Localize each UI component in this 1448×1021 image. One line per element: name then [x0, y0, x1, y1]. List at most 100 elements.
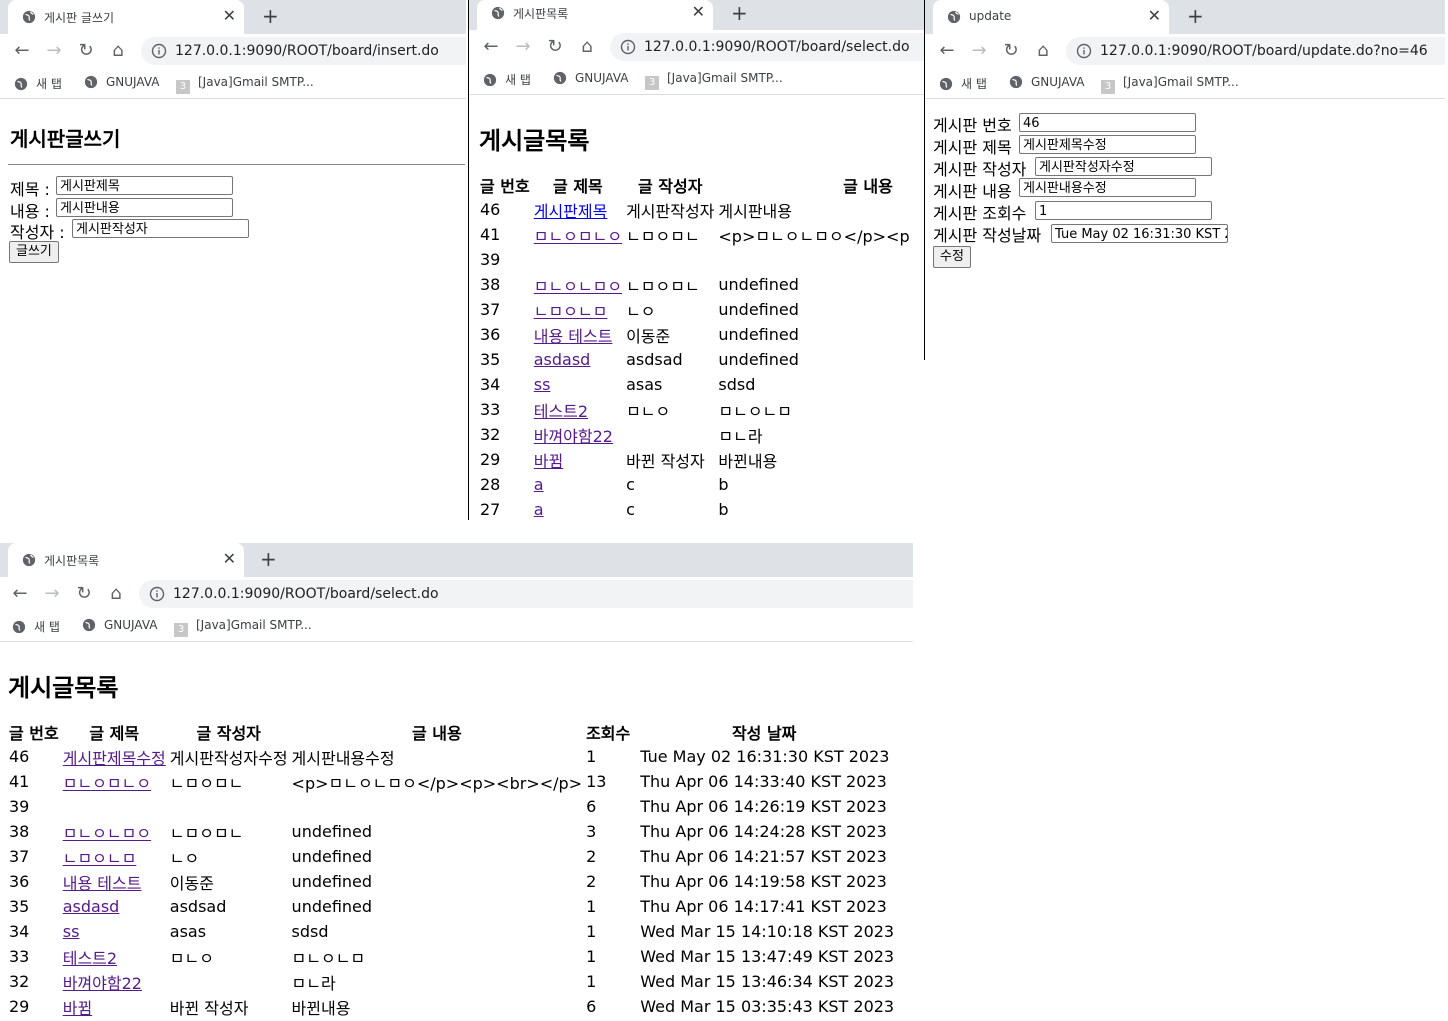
- post-title-cell: asdasd: [61, 894, 168, 919]
- post-views-cell: 1: [586, 922, 597, 941]
- post-title-link[interactable]: 내용 테스트: [534, 327, 613, 346]
- globe-icon: [491, 6, 505, 20]
- post-content-cell: 게시판내용수정: [291, 748, 395, 768]
- tab-update[interactable]: update ✕: [933, 0, 1169, 34]
- arrow-right-icon[interactable]: →: [42, 584, 62, 604]
- close-icon[interactable]: ✕: [692, 3, 705, 21]
- bookmark-new-tab[interactable]: 새 탭: [939, 75, 987, 92]
- close-icon[interactable]: ✕: [1148, 7, 1161, 25]
- bookmarks-bar: 새 탭 GNUJAVA 3 [Java]Gmail SMTP...: [0, 68, 466, 99]
- post-title-cell: a: [532, 472, 624, 497]
- post-title-link[interactable]: ㅁㄴㅇㅁㄴㅇ: [63, 774, 151, 793]
- post-title-link[interactable]: ss: [63, 922, 80, 941]
- plus-icon[interactable]: +: [260, 548, 277, 570]
- post-title-link[interactable]: 테스트2: [63, 949, 117, 968]
- board-date-input[interactable]: Tue May 02 16:31:30 KST 20: [1051, 224, 1228, 243]
- post-title-link[interactable]: 테스트2: [534, 402, 588, 421]
- bookmark-new-tab[interactable]: 새 탭: [14, 75, 62, 92]
- close-icon[interactable]: ✕: [223, 550, 236, 568]
- reload-icon[interactable]: ↻: [545, 37, 565, 57]
- post-title-link[interactable]: ㄴㅁㅇㄴㅁ: [63, 849, 137, 868]
- plus-icon[interactable]: +: [731, 2, 748, 24]
- post-title-link[interactable]: 바껴야함22: [63, 974, 142, 993]
- plus-icon[interactable]: +: [1187, 5, 1204, 27]
- column-header: 작성 날짜: [731, 724, 797, 743]
- close-icon[interactable]: ✕: [223, 7, 236, 25]
- submit-button[interactable]: 글쓰기: [9, 241, 59, 263]
- board-title-input[interactable]: 게시판제목수정: [1019, 135, 1196, 154]
- arrow-right-icon[interactable]: →: [44, 41, 64, 61]
- board-writer-input[interactable]: 게시판작성자수정: [1035, 157, 1212, 176]
- post-title-link[interactable]: a: [534, 475, 544, 494]
- bookmark-gmail-smtp[interactable]: 3 [Java]Gmail SMTP...: [176, 75, 314, 94]
- bookmark-gnujava[interactable]: GNUJAVA: [1009, 75, 1084, 89]
- info-icon[interactable]: [620, 39, 636, 55]
- update-button[interactable]: 수정: [933, 246, 971, 268]
- post-title-link[interactable]: asdasd: [534, 350, 591, 369]
- tab-board-list[interactable]: 게시판목록 ✕: [8, 543, 244, 577]
- bookmark-gnujava[interactable]: GNUJAVA: [553, 71, 628, 85]
- post-title-link[interactable]: 게시판제목수정: [63, 749, 166, 768]
- home-icon[interactable]: ⌂: [1033, 41, 1053, 61]
- address-bar[interactable]: 127.0.0.1:9090/ROOT/board/select.do: [610, 33, 924, 61]
- post-title-link[interactable]: ㄴㅁㅇㄴㅁ: [534, 302, 608, 321]
- post-content-cell: undefined: [718, 350, 799, 369]
- arrow-left-icon[interactable]: ←: [12, 41, 32, 61]
- post-title-link[interactable]: 내용 테스트: [63, 874, 142, 893]
- home-icon[interactable]: ⌂: [108, 41, 128, 61]
- post-date-cell: Wed Mar 15 03:35:43 KST 2023: [640, 997, 895, 1016]
- content-input[interactable]: 게시판내용: [56, 198, 233, 217]
- address-bar[interactable]: 127.0.0.1:9090/ROOT/board/select.do: [139, 580, 913, 608]
- reload-icon[interactable]: ↻: [76, 41, 96, 61]
- post-writer-cell: asas: [626, 375, 663, 394]
- home-icon[interactable]: ⌂: [577, 37, 597, 57]
- bookmark-gnujava[interactable]: GNUJAVA: [84, 75, 159, 89]
- board-content-input[interactable]: 게시판내용수정: [1019, 178, 1196, 197]
- post-title-link[interactable]: a: [534, 500, 544, 519]
- tab-insert[interactable]: 게시판 글쓰기 ✕: [8, 0, 244, 34]
- title-input[interactable]: 게시판제목: [56, 176, 233, 195]
- arrow-right-icon[interactable]: →: [513, 37, 533, 57]
- reload-icon[interactable]: ↻: [1001, 41, 1021, 61]
- bookmark-new-tab[interactable]: 새 탭: [483, 71, 531, 88]
- arrow-left-icon[interactable]: ←: [10, 584, 30, 604]
- bookmark-gmail-smtp[interactable]: 3 [Java]Gmail SMTP...: [645, 71, 783, 90]
- writer-input[interactable]: 게시판작성자: [72, 219, 249, 238]
- post-views-cell: 6: [586, 797, 597, 816]
- post-writer-cell: asdsad: [626, 350, 683, 369]
- arrow-left-icon[interactable]: ←: [481, 37, 501, 57]
- browser-window-update: update ✕ + ← → ↻ ⌂ 127.0.0.1:9090/ROOT/b…: [925, 0, 1445, 360]
- post-title-link[interactable]: asdasd: [63, 897, 120, 916]
- info-icon[interactable]: [149, 586, 165, 602]
- bookmark-gmail-smtp[interactable]: 3 [Java]Gmail SMTP...: [174, 618, 312, 637]
- board-views-input[interactable]: 1: [1035, 201, 1212, 220]
- post-title-link[interactable]: 바뀜: [534, 452, 563, 471]
- bookmark-gmail-smtp[interactable]: 3 [Java]Gmail SMTP...: [1101, 75, 1239, 94]
- post-writer-cell: c: [626, 475, 635, 494]
- bookmark-gnujava[interactable]: GNUJAVA: [82, 618, 157, 632]
- board-content-label: 게시판 내용: [933, 182, 1012, 201]
- post-title-link[interactable]: ㅁㄴㅇㅁㄴㅇ: [534, 227, 622, 246]
- info-icon[interactable]: [151, 43, 167, 59]
- post-title-link[interactable]: 바뀜: [63, 999, 92, 1018]
- post-title-link[interactable]: ㅁㄴㅇㄴㅁㅇ: [534, 277, 622, 296]
- plus-icon[interactable]: +: [262, 5, 279, 27]
- board-no-input[interactable]: 46: [1019, 113, 1196, 132]
- post-title-link[interactable]: 바껴야함22: [534, 427, 613, 446]
- reload-icon[interactable]: ↻: [74, 584, 94, 604]
- address-bar[interactable]: 127.0.0.1:9090/ROOT/board/insert.do: [141, 37, 466, 65]
- table-row: 28 a c b: [478, 472, 912, 497]
- tab-board-list[interactable]: 게시판목록 ✕: [477, 0, 713, 30]
- address-bar[interactable]: 127.0.0.1:9090/ROOT/board/update.do?no=4…: [1066, 37, 1445, 65]
- info-icon[interactable]: [1076, 43, 1092, 59]
- bookmark-new-tab[interactable]: 새 탭: [12, 618, 60, 635]
- post-writer-cell: ㄴㅁㅇㅁㄴ: [626, 226, 700, 246]
- home-icon[interactable]: ⌂: [106, 584, 126, 604]
- post-title-link[interactable]: ㅁㄴㅇㄴㅁㅇ: [63, 824, 151, 843]
- post-title-link[interactable]: 게시판제목: [534, 202, 608, 221]
- post-title-link[interactable]: ss: [534, 375, 551, 394]
- board-table: 글 번호 글 제목 글 작성자 글 내용 조회수 작성 날짜 46 게시판제목수정…: [7, 720, 896, 1019]
- arrow-left-icon[interactable]: ←: [937, 41, 957, 61]
- arrow-right-icon[interactable]: →: [969, 41, 989, 61]
- post-title-cell: 테스트2: [61, 944, 168, 969]
